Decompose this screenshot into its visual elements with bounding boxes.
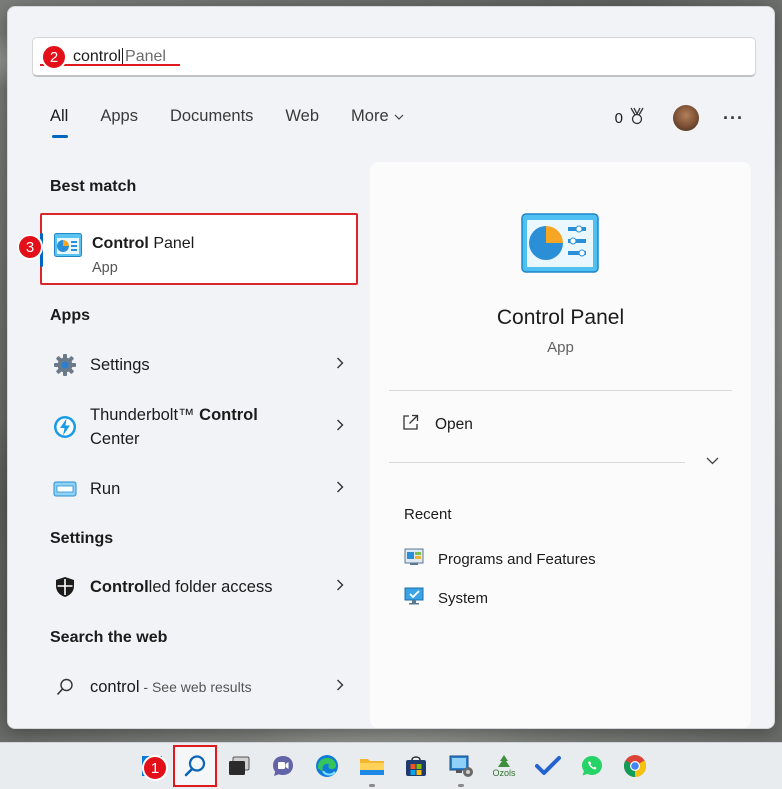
chrome-browser-icon[interactable] (620, 751, 650, 781)
teams-chat-icon[interactable] (268, 751, 298, 781)
chevron-right-icon (336, 480, 344, 498)
recent-item-label: Programs and Features (438, 551, 596, 568)
best-match-type: App (92, 260, 118, 276)
text-caret (122, 47, 124, 66)
result-preview-pane: Control Panel App Open Recent Programs a… (370, 162, 751, 728)
annotation-step-3: 3 (17, 234, 43, 260)
todo-checkmark-icon[interactable] (533, 751, 563, 781)
open-action[interactable]: Open (402, 414, 473, 436)
setting-item-controlled-folder-access[interactable]: Controlled folder access (40, 574, 350, 600)
control-panel-icon (54, 233, 82, 262)
expand-actions-chevron-icon[interactable] (706, 452, 719, 468)
settings-gear-icon (52, 352, 78, 378)
search-icon (180, 751, 210, 781)
app-item-run[interactable]: Run (40, 476, 350, 502)
taskbar-search-button[interactable] (173, 745, 217, 787)
edge-browser-icon[interactable] (312, 751, 342, 781)
search-autocomplete-suggestion: Panel (125, 47, 166, 65)
open-action-label: Open (435, 416, 473, 433)
running-indicator (458, 784, 464, 787)
task-view-icon[interactable] (224, 751, 254, 781)
app-item-label: Run (90, 480, 121, 498)
recent-heading: Recent (404, 506, 452, 523)
preview-app-name: Control Panel (496, 306, 625, 329)
running-indicator (369, 784, 375, 787)
best-match-heading: Best match (50, 178, 137, 195)
tab-more[interactable]: More (351, 107, 404, 126)
settings-heading: Settings (50, 530, 114, 547)
tab-more-label: More (351, 107, 389, 125)
control-panel-taskbar-icon[interactable] (446, 751, 476, 787)
run-dialog-icon (52, 476, 78, 502)
actions-divider (389, 462, 685, 463)
chevron-right-icon (336, 418, 344, 436)
rewards-points-value: 0 (614, 109, 624, 127)
chevron-right-icon (336, 356, 344, 374)
recent-item-programs-and-features[interactable]: Programs and Features (404, 548, 596, 571)
preview-app-type: App (547, 339, 574, 356)
best-match-control-panel[interactable]: Control Panel App (40, 213, 358, 285)
preview-divider (389, 390, 732, 391)
search-flyout: control Panel 2 All Apps Documents Web Mo… (7, 6, 775, 729)
app-item-label: Thunderbolt™ Control Center (90, 406, 258, 448)
ozols-app-icon[interactable]: Ozols (489, 751, 519, 781)
whatsapp-icon[interactable] (577, 751, 607, 781)
control-panel-large-icon (521, 213, 599, 278)
rewards-medal-icon (629, 107, 645, 129)
file-explorer-icon[interactable] (357, 751, 387, 787)
open-external-icon (402, 414, 419, 436)
tab-all[interactable]: All (50, 107, 69, 138)
annotation-step-2: 2 (41, 44, 67, 70)
ozols-label: Ozols (492, 768, 516, 778)
recent-item-system[interactable]: System (404, 587, 488, 610)
tab-web[interactable]: Web (285, 107, 319, 126)
search-web-heading: Search the web (50, 629, 168, 646)
app-item-label: Settings (90, 356, 150, 374)
search-typed-text: control (73, 47, 122, 65)
app-item-thunderbolt-control-center[interactable]: Thunderbolt™ Control Center (40, 403, 350, 451)
web-search-control[interactable]: control - See web results (40, 674, 350, 700)
tab-apps[interactable]: Apps (100, 107, 138, 126)
chevron-down-icon (394, 111, 404, 123)
programs-features-icon (404, 548, 424, 571)
system-monitor-icon (404, 587, 424, 610)
apps-heading: Apps (50, 307, 90, 324)
shield-icon (52, 574, 78, 600)
annotation-step-1: 1 (142, 755, 168, 781)
setting-item-label: Controlled folder access (90, 578, 273, 596)
user-avatar[interactable] (673, 105, 700, 131)
taskbar: 1 Ozols (0, 742, 782, 789)
web-search-label: control - See web results (90, 678, 252, 696)
thunderbolt-icon (52, 414, 78, 440)
tab-documents[interactable]: Documents (170, 107, 253, 126)
chevron-right-icon (336, 578, 344, 596)
recent-item-label: System (438, 590, 489, 607)
search-input[interactable]: control Panel (32, 37, 756, 77)
app-item-settings[interactable]: Settings (40, 352, 350, 378)
search-filter-tabs: All Apps Documents Web More (50, 107, 436, 138)
best-match-name: Control Panel (92, 235, 195, 252)
more-options-icon[interactable]: ··· (723, 108, 744, 129)
header-controls: 0 ··· (615, 105, 744, 131)
search-icon (52, 674, 78, 700)
rewards-points[interactable]: 0 (615, 107, 645, 129)
chevron-right-icon (336, 678, 344, 696)
microsoft-store-icon[interactable] (401, 751, 431, 781)
